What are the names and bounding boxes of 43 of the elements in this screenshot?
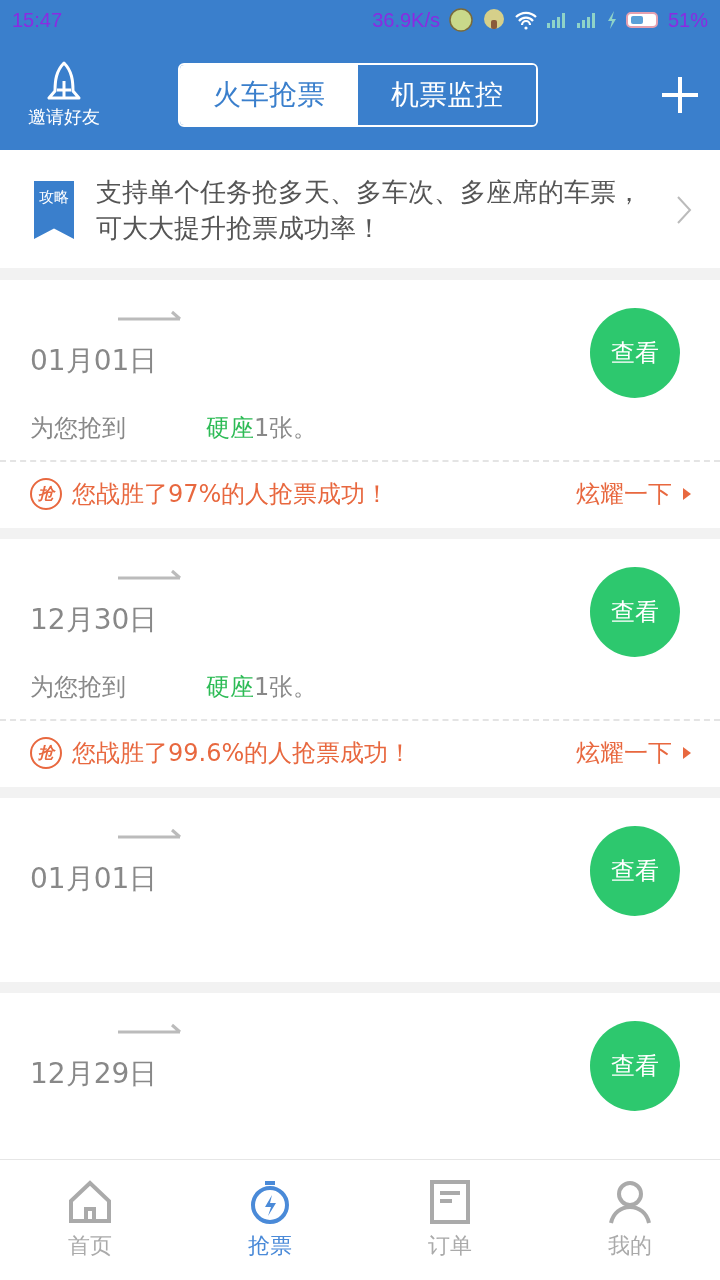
battery-percent: 51% <box>667 8 708 32</box>
result-message: 为您抢到 硬座1张。 <box>29 672 319 703</box>
document-icon <box>427 1179 473 1225</box>
task-date: 01月01日 <box>30 861 159 897</box>
share-link[interactable]: 炫耀一下 <box>576 737 692 769</box>
grab-badge: 抢 <box>30 478 62 510</box>
person-icon <box>607 1179 653 1225</box>
add-icon[interactable] <box>660 75 700 115</box>
battery-icon <box>625 11 660 29</box>
home-icon <box>67 1179 113 1225</box>
share-link[interactable]: 炫耀一下 <box>576 478 692 510</box>
rocket-icon <box>46 61 82 101</box>
success-text: 您战胜了97%的人抢票成功！ <box>72 479 390 510</box>
success-text: 您战胜了99.6%的人抢票成功！ <box>72 738 413 769</box>
status-time: 15:47 <box>12 8 63 32</box>
triangle-right-icon <box>682 487 692 501</box>
route-arrow-icon <box>118 1023 182 1035</box>
nav-tab[interactable]: 抢票 <box>180 1160 360 1280</box>
triangle-right-icon <box>682 746 692 760</box>
grab-badge: 抢 <box>30 737 62 769</box>
tab[interactable]: 火车抢票 <box>180 65 358 125</box>
nav-tab[interactable]: 我的 <box>540 1160 720 1280</box>
result-message: 为您抢到 硬座1张。 <box>29 413 319 444</box>
route-arrow-icon <box>118 828 182 840</box>
view-button[interactable]: 查看 <box>590 1021 680 1111</box>
invite-friends-button[interactable]: 邀请好友 <box>20 61 108 129</box>
charging-icon <box>605 10 618 30</box>
view-button[interactable]: 查看 <box>590 826 680 916</box>
task-date: 12月30日 <box>30 602 159 638</box>
guide-badge: 攻略 <box>34 181 74 239</box>
route-arrow-icon <box>118 310 182 322</box>
task-date: 12月29日 <box>30 1056 159 1092</box>
network-speed: 36.9K/s <box>372 8 440 32</box>
signal-icon <box>545 12 568 28</box>
nav-tab[interactable]: 订单 <box>360 1160 540 1280</box>
nav-tab[interactable]: 首页 <box>0 1160 180 1280</box>
task-date: 01月01日 <box>30 343 159 379</box>
notice-text: 支持单个任务抢多天、多车次、多座席的车票，可大大提升抢票成功率！ <box>96 176 643 245</box>
route-arrow-icon <box>118 569 182 581</box>
wifi-icon <box>513 10 538 30</box>
view-button[interactable]: 查看 <box>590 308 680 398</box>
signal-icon <box>575 12 598 28</box>
view-button[interactable]: 查看 <box>590 567 680 657</box>
